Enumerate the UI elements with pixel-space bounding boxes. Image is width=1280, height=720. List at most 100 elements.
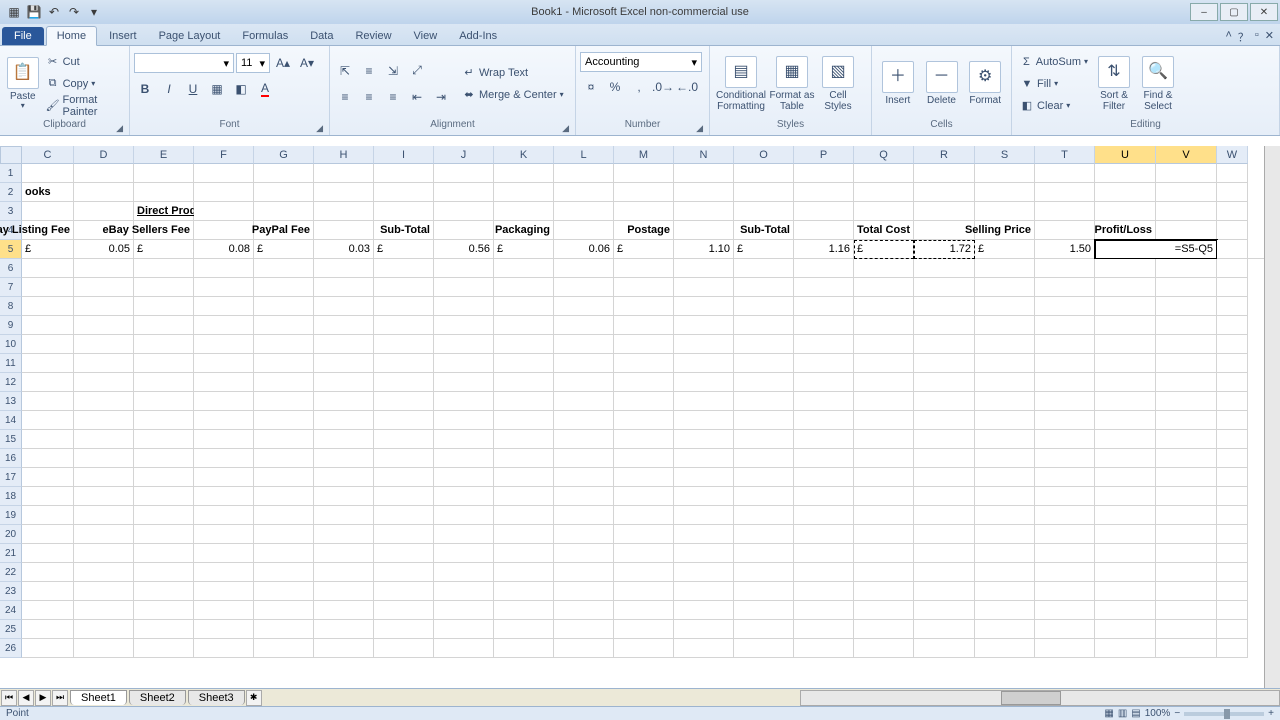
cell[interactable] <box>854 639 914 658</box>
cell[interactable] <box>1095 430 1156 449</box>
cell[interactable] <box>674 183 734 202</box>
row-header-9[interactable]: 9 <box>0 316 22 335</box>
cell[interactable] <box>74 373 134 392</box>
cell[interactable] <box>314 430 374 449</box>
cell[interactable] <box>194 487 254 506</box>
cell[interactable] <box>734 620 794 639</box>
cell[interactable] <box>734 335 794 354</box>
cell[interactable] <box>194 316 254 335</box>
cell[interactable] <box>1217 544 1248 563</box>
cell[interactable] <box>794 164 854 183</box>
cell[interactable] <box>314 411 374 430</box>
cell[interactable] <box>1035 316 1095 335</box>
cell[interactable] <box>1156 221 1217 240</box>
close-button[interactable]: ✕ <box>1250 3 1278 21</box>
cell[interactable] <box>1095 639 1156 658</box>
cell[interactable] <box>674 449 734 468</box>
zoom-out-button[interactable]: − <box>1174 708 1180 719</box>
sheet-tab[interactable]: Sheet1 <box>70 690 127 705</box>
cell[interactable] <box>1156 373 1217 392</box>
cell[interactable] <box>554 544 614 563</box>
cell[interactable] <box>914 525 975 544</box>
cell[interactable] <box>254 259 314 278</box>
cell[interactable] <box>134 449 194 468</box>
cell[interactable] <box>554 506 614 525</box>
window-close-icon[interactable]: ✕ <box>1265 29 1274 45</box>
cell[interactable] <box>734 563 794 582</box>
cell[interactable] <box>1217 354 1248 373</box>
cell[interactable]: eBay Sellers Fee <box>134 221 194 240</box>
zoom-slider[interactable] <box>1184 712 1264 716</box>
cell[interactable] <box>1095 392 1156 411</box>
cell[interactable] <box>1035 164 1095 183</box>
cell[interactable] <box>1156 392 1217 411</box>
cell[interactable] <box>1095 620 1156 639</box>
cell[interactable] <box>854 164 914 183</box>
cell[interactable] <box>914 487 975 506</box>
cell[interactable] <box>254 620 314 639</box>
cell[interactable] <box>794 316 854 335</box>
cell[interactable] <box>854 582 914 601</box>
cell[interactable] <box>134 430 194 449</box>
cell[interactable] <box>134 468 194 487</box>
cell[interactable] <box>74 392 134 411</box>
cell[interactable] <box>494 525 554 544</box>
cell[interactable] <box>854 525 914 544</box>
cell[interactable] <box>554 449 614 468</box>
cell[interactable] <box>314 468 374 487</box>
cell[interactable] <box>374 297 434 316</box>
cell[interactable] <box>314 373 374 392</box>
cell[interactable] <box>194 430 254 449</box>
cell[interactable] <box>1156 525 1217 544</box>
cell[interactable] <box>434 411 494 430</box>
cell[interactable] <box>734 639 794 658</box>
row-header-18[interactable]: 18 <box>0 487 22 506</box>
cell[interactable] <box>794 468 854 487</box>
cell[interactable]: £ <box>374 240 434 259</box>
align-center-button[interactable]: ≡ <box>358 86 380 108</box>
cell[interactable] <box>1035 278 1095 297</box>
cell[interactable] <box>1095 468 1156 487</box>
col-header-Q[interactable]: Q <box>854 146 914 164</box>
cell[interactable] <box>975 183 1035 202</box>
cell[interactable] <box>374 183 434 202</box>
cell[interactable] <box>134 354 194 373</box>
cell[interactable] <box>494 582 554 601</box>
row-header-7[interactable]: 7 <box>0 278 22 297</box>
cell[interactable]: Total Cost <box>854 221 914 240</box>
number-format-select[interactable]: Accounting▾ <box>580 52 702 72</box>
cell[interactable] <box>1035 620 1095 639</box>
cell[interactable] <box>734 259 794 278</box>
cell[interactable] <box>614 525 674 544</box>
cell[interactable] <box>854 563 914 582</box>
cell[interactable] <box>674 506 734 525</box>
cell[interactable] <box>434 202 494 221</box>
cell[interactable] <box>494 297 554 316</box>
cell[interactable] <box>194 449 254 468</box>
cell[interactable] <box>434 506 494 525</box>
cell[interactable] <box>674 411 734 430</box>
cell[interactable] <box>614 316 674 335</box>
cell[interactable] <box>854 620 914 639</box>
cell[interactable] <box>614 392 674 411</box>
cell[interactable] <box>314 449 374 468</box>
cell[interactable] <box>194 373 254 392</box>
cell[interactable] <box>254 335 314 354</box>
col-header-N[interactable]: N <box>674 146 734 164</box>
select-all-corner[interactable] <box>0 146 22 164</box>
cell[interactable] <box>914 259 975 278</box>
cell[interactable] <box>22 639 74 658</box>
cell[interactable] <box>1095 544 1156 563</box>
cell[interactable] <box>614 183 674 202</box>
sheet-nav-prev[interactable]: ◀ <box>18 690 34 706</box>
cell[interactable] <box>134 620 194 639</box>
cell[interactable] <box>254 392 314 411</box>
cell[interactable] <box>614 259 674 278</box>
cell[interactable] <box>494 335 554 354</box>
cell[interactable] <box>1217 468 1248 487</box>
cell[interactable] <box>1217 392 1248 411</box>
cell[interactable] <box>1035 221 1095 240</box>
cell[interactable] <box>554 259 614 278</box>
cell[interactable] <box>674 582 734 601</box>
cell[interactable] <box>1156 183 1217 202</box>
